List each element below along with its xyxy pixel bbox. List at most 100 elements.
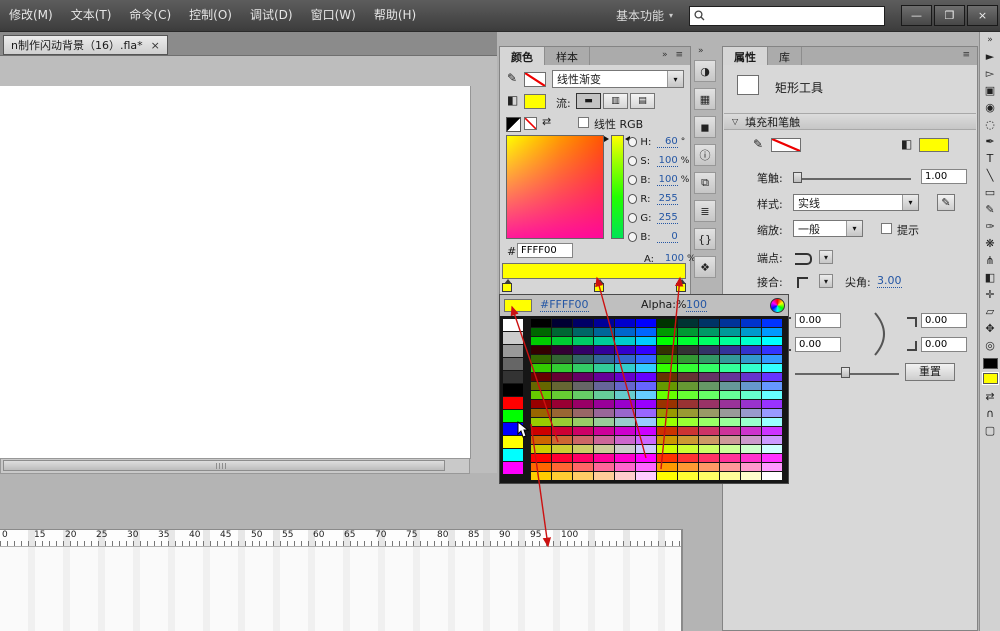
palette-swatch[interactable] (762, 436, 782, 444)
palette-swatch[interactable] (762, 463, 782, 471)
palette-swatch[interactable] (615, 382, 635, 390)
text-tool[interactable]: T (981, 150, 999, 167)
palette-swatch[interactable] (699, 364, 719, 372)
fill-bucket-icon[interactable]: ◧ (507, 93, 518, 107)
timeline-track-area[interactable] (0, 547, 681, 631)
palette-swatch[interactable] (552, 454, 572, 462)
palette-swatch[interactable] (657, 463, 677, 471)
palette-swatch[interactable] (594, 400, 614, 408)
hand-tool[interactable]: ✥ (981, 320, 999, 337)
palette-swatch[interactable] (657, 427, 677, 435)
palette-swatch[interactable] (741, 445, 761, 453)
palette-swatch[interactable] (678, 409, 698, 417)
palette-swatch[interactable] (531, 346, 551, 354)
close-button[interactable]: × (967, 5, 998, 26)
palette-swatch[interactable] (615, 346, 635, 354)
panel-menu-icon[interactable]: ≡ (962, 50, 970, 62)
workspace-switcher[interactable]: 基本功能 ▾ (616, 7, 673, 24)
palette-swatch[interactable] (657, 373, 677, 381)
palette-swatch[interactable] (678, 373, 698, 381)
palette-swatch[interactable] (636, 382, 656, 390)
palette-swatch[interactable] (741, 319, 761, 327)
no-color-icon[interactable] (524, 117, 537, 130)
palette-swatch[interactable] (552, 472, 572, 480)
palette-swatch[interactable] (573, 427, 593, 435)
palette-swatch[interactable] (720, 418, 740, 426)
palette-swatch[interactable] (741, 337, 761, 345)
palette-swatch[interactable] (720, 436, 740, 444)
swap-colors-icon[interactable]: ⇄ (542, 115, 551, 128)
palette-swatch[interactable] (657, 418, 677, 426)
palette-swatch[interactable] (573, 463, 593, 471)
palette-swatch[interactable] (720, 328, 740, 336)
palette-swatch[interactable] (720, 463, 740, 471)
palette-swatch[interactable] (699, 337, 719, 345)
palette-swatch[interactable] (552, 427, 572, 435)
palette-swatch[interactable] (636, 391, 656, 399)
palette-swatch[interactable] (678, 436, 698, 444)
palette-swatch[interactable] (531, 337, 551, 345)
palette-swatch[interactable] (699, 373, 719, 381)
zoom-tool[interactable]: ◎ (981, 337, 999, 354)
gradient-stop-0[interactable] (502, 279, 512, 292)
bone-tool[interactable]: ⋔ (981, 252, 999, 269)
palette-swatch[interactable] (636, 436, 656, 444)
menubar-item-3[interactable]: 控制(O) (180, 0, 241, 31)
palette-swatch[interactable] (762, 355, 782, 363)
palette-swatch[interactable] (657, 445, 677, 453)
palette-swatch[interactable] (615, 364, 635, 372)
palette-swatch[interactable] (552, 382, 572, 390)
palette-swatch[interactable] (531, 436, 551, 444)
palette-swatch[interactable] (741, 427, 761, 435)
value-radio-icon[interactable] (628, 213, 638, 223)
palette-swatch[interactable] (594, 382, 614, 390)
palette-swatch[interactable] (699, 409, 719, 417)
palette-swatch[interactable] (699, 355, 719, 363)
palette-swatch[interactable] (531, 364, 551, 372)
palette-swatch[interactable] (741, 355, 761, 363)
cap-style-icon[interactable] (795, 253, 812, 265)
palette-swatch[interactable] (636, 472, 656, 480)
pencil-tool[interactable]: ✎ (981, 201, 999, 218)
value-radio-icon[interactable] (628, 232, 638, 242)
selection-tool[interactable]: ► (981, 48, 999, 65)
palette-swatch[interactable] (636, 454, 656, 462)
stroke-weight-input[interactable] (921, 169, 967, 184)
corner-radius-thumb[interactable] (841, 367, 850, 378)
palette-swatch[interactable] (741, 364, 761, 372)
palette-swatch[interactable] (503, 384, 523, 396)
fill-color-swatch[interactable] (919, 138, 949, 152)
scrollbar-thumb[interactable] (3, 460, 445, 471)
palette-swatch[interactable] (503, 358, 523, 370)
palette-swatch[interactable] (657, 382, 677, 390)
components-panel-icon[interactable]: ❖ (694, 256, 716, 278)
palette-swatch[interactable] (657, 454, 677, 462)
palette-swatch[interactable] (762, 328, 782, 336)
palette-swatch[interactable] (678, 364, 698, 372)
palette-swatch[interactable] (615, 418, 635, 426)
subselection-tool[interactable]: ▻ (981, 65, 999, 82)
palette-swatch[interactable] (573, 346, 593, 354)
palette-swatch[interactable] (699, 472, 719, 480)
brush-tool[interactable]: ✑ (981, 218, 999, 235)
fill-stroke-section-header[interactable]: ▽ 填充和笔触 (724, 113, 976, 130)
palette-swatch[interactable] (741, 400, 761, 408)
palette-swatch[interactable] (531, 373, 551, 381)
join-dropdown-arrow[interactable]: ▾ (819, 274, 833, 288)
palette-swatch[interactable] (573, 373, 593, 381)
palette-swatch[interactable] (699, 346, 719, 354)
palette-swatch[interactable] (552, 346, 572, 354)
palette-swatch[interactable] (552, 436, 572, 444)
palette-swatch[interactable] (531, 319, 551, 327)
palette-swatch[interactable] (552, 409, 572, 417)
popup-hex-value[interactable]: #FFFF00 (540, 298, 589, 312)
fill-bucket-icon[interactable]: ◧ (901, 137, 912, 151)
palette-swatch[interactable] (503, 371, 523, 383)
gradient-stop-1[interactable] (594, 279, 604, 292)
palette-swatch[interactable] (657, 319, 677, 327)
palette-swatch[interactable] (720, 364, 740, 372)
stage-canvas[interactable] (0, 86, 471, 459)
palette-swatch[interactable] (594, 346, 614, 354)
palette-swatch[interactable] (594, 409, 614, 417)
stroke-weight-slider[interactable] (793, 178, 911, 180)
